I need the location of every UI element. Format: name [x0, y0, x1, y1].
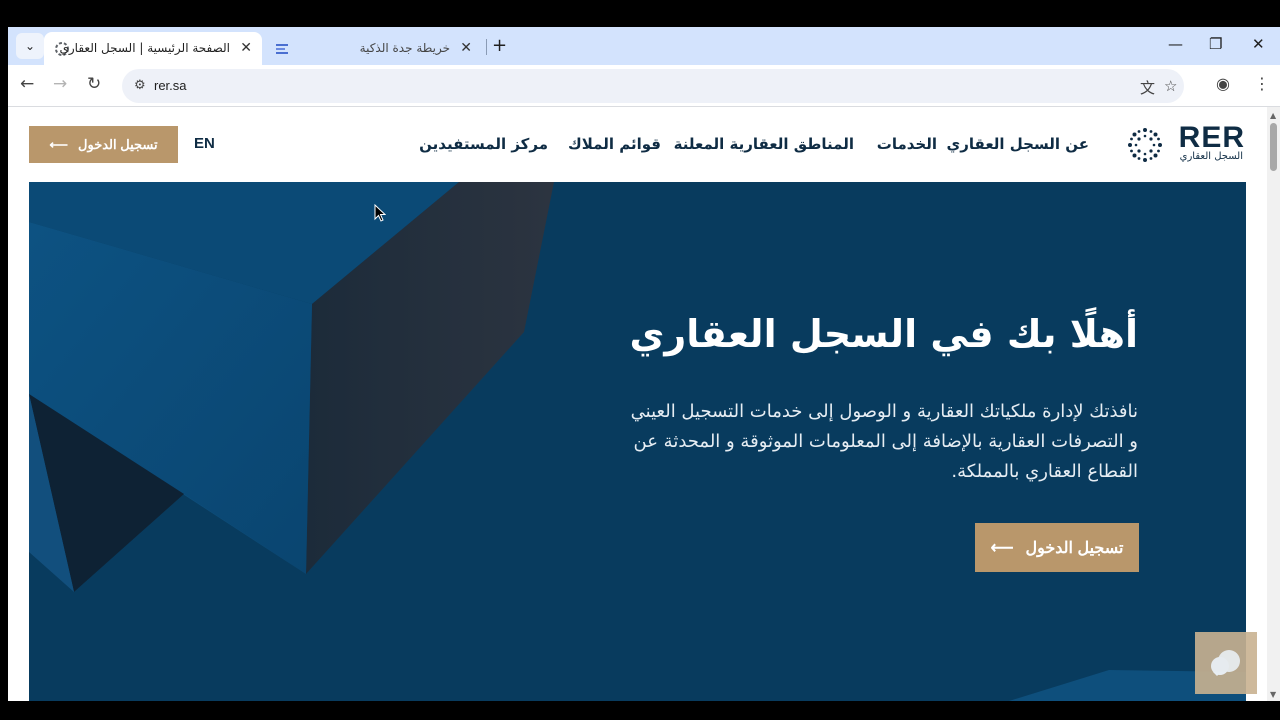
nav-beneficiaries-center[interactable]: مركز المستفيدين: [419, 135, 548, 153]
chat-bubbles-icon: [1211, 650, 1240, 676]
nav-announced-areas[interactable]: المناطق العقارية المعلنة: [674, 135, 854, 153]
page-scrollbar[interactable]: ▲ ▼: [1267, 107, 1280, 701]
logo-subtitle: السجل العقاري: [1179, 151, 1243, 162]
login-label: تسجيل الدخول: [78, 136, 158, 152]
new-tab-button[interactable]: +: [492, 35, 507, 56]
scrollbar-thumb[interactable]: [1270, 123, 1277, 171]
hero-description: نافذتك لإدارة ملكياتك العقارية و الوصول …: [630, 401, 1138, 482]
browser-toolbar: ← → ↻ ⚙ rer.sa 文 ☆ ◉ ⋮: [8, 65, 1280, 107]
tab-jeddah-map[interactable]: خريطة جدة الذكية ✕: [264, 32, 482, 65]
tab-separator: [486, 39, 487, 55]
site-header: RER السجل العقاري عن السجل العقاري الخدم…: [8, 107, 1267, 182]
reload-icon[interactable]: ↻: [87, 74, 101, 94]
minimize-icon[interactable]: —: [1168, 35, 1183, 53]
hero-login-button[interactable]: تسجيل الدخول ⟵: [975, 523, 1139, 572]
tab-title: خريطة جدة الذكية: [359, 41, 450, 55]
mouse-cursor-icon: [374, 204, 386, 222]
tab-title: الصفحة الرئيسية | السجل العقاري: [59, 41, 230, 55]
close-tab-icon[interactable]: ✕: [240, 40, 252, 56]
arrow-left-icon: ⟵: [49, 136, 69, 152]
tab-strip: ⌄ الصفحة الرئيسية | السجل العقاري ✕ خريط…: [8, 27, 1280, 65]
browser-chrome: ⌄ الصفحة الرئيسية | السجل العقاري ✕ خريط…: [8, 27, 1280, 107]
nav-owners-lists[interactable]: قوائم الملاك: [568, 135, 661, 153]
site-logo[interactable]: RER السجل العقاري: [1127, 121, 1245, 165]
back-icon[interactable]: ←: [20, 74, 34, 94]
arrow-left-icon: ⟵: [990, 539, 1014, 557]
nav-services[interactable]: الخدمات: [877, 135, 937, 153]
close-window-icon[interactable]: ✕: [1252, 35, 1265, 53]
hero-banner: أهلًا بك في السجل العقاري نافذتك لإدارة …: [29, 182, 1246, 701]
login-label: تسجيل الدخول: [1025, 539, 1124, 557]
chevron-down-icon: ⌄: [24, 39, 36, 53]
logo-mark-icon: [1128, 128, 1162, 162]
tab-search-button[interactable]: ⌄: [16, 33, 44, 59]
chat-widget-button[interactable]: [1195, 632, 1257, 694]
scroll-down-icon[interactable]: ▼: [1270, 690, 1276, 699]
forward-icon[interactable]: →: [53, 74, 67, 94]
hero-title: أهلًا بك في السجل العقاري: [629, 312, 1138, 356]
tab-home[interactable]: الصفحة الرئيسية | السجل العقاري ✕: [44, 32, 262, 65]
logo-text: RER: [1178, 121, 1245, 154]
scroll-up-icon[interactable]: ▲: [1270, 111, 1276, 120]
site-info-icon[interactable]: ⚙: [134, 78, 146, 93]
close-tab-icon[interactable]: ✕: [460, 40, 472, 56]
language-toggle[interactable]: EN: [194, 135, 215, 152]
web-page: RER السجل العقاري عن السجل العقاري الخدم…: [8, 107, 1267, 701]
restore-icon[interactable]: ❐: [1209, 35, 1222, 53]
map-favicon-icon: [276, 44, 288, 54]
nav-about[interactable]: عن السجل العقاري: [947, 135, 1089, 153]
header-login-button[interactable]: تسجيل الدخول ⟵: [29, 126, 178, 163]
menu-kebab-icon[interactable]: ⋮: [1254, 74, 1270, 93]
profile-icon[interactable]: ◉: [1216, 74, 1230, 93]
url-text[interactable]: rer.sa: [154, 78, 187, 93]
bookmark-star-icon[interactable]: ☆: [1164, 77, 1177, 95]
address-bar[interactable]: ⚙ rer.sa 文 ☆: [122, 69, 1184, 103]
translate-icon[interactable]: 文: [1140, 77, 1155, 98]
